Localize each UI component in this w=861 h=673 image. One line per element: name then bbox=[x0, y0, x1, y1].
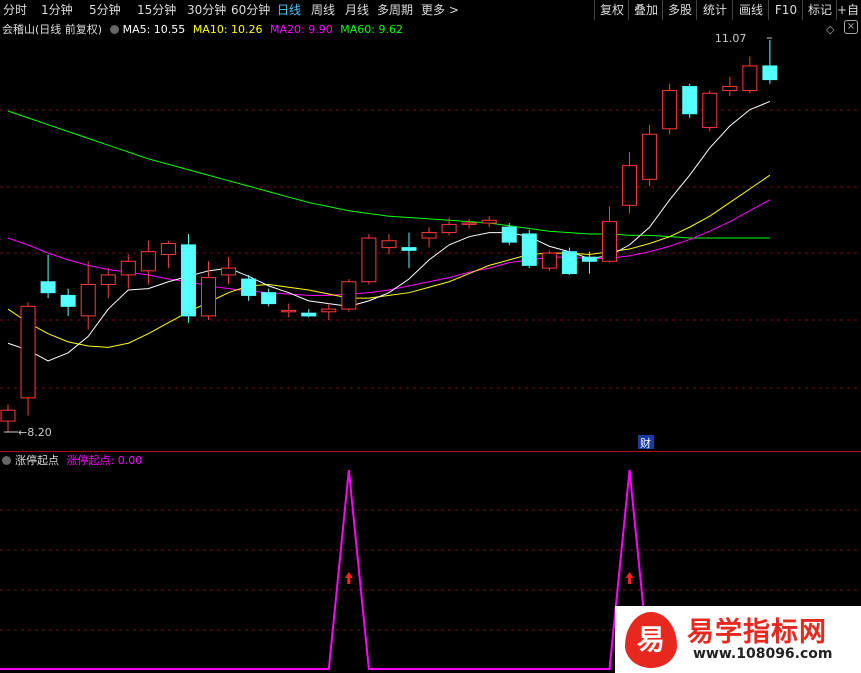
candle bbox=[662, 90, 678, 130]
candle bbox=[481, 219, 497, 224]
candle bbox=[341, 281, 357, 310]
up-arrow-icon bbox=[625, 572, 634, 584]
candle bbox=[321, 308, 337, 313]
up-arrow-icon bbox=[344, 572, 353, 584]
candle bbox=[501, 226, 517, 243]
candle bbox=[160, 243, 176, 255]
watermark-glyph: 易 bbox=[636, 623, 665, 656]
candle bbox=[301, 312, 317, 317]
candle bbox=[201, 277, 216, 317]
candle bbox=[100, 274, 116, 285]
candle bbox=[702, 92, 718, 128]
candle bbox=[602, 221, 617, 262]
candle bbox=[521, 233, 537, 266]
watermark-logo: 易 易学指标网 www.108096.com bbox=[615, 606, 861, 673]
candle bbox=[742, 65, 758, 92]
candle bbox=[361, 237, 377, 283]
candle bbox=[20, 305, 36, 399]
candle bbox=[60, 294, 76, 307]
high-price-label: 11.07 bbox=[715, 32, 747, 45]
candle bbox=[581, 256, 597, 262]
watermark-name: 易学指标网 bbox=[687, 617, 827, 648]
candle bbox=[561, 251, 577, 275]
candle bbox=[682, 85, 698, 115]
candle bbox=[722, 85, 738, 92]
candle bbox=[140, 251, 156, 272]
candle bbox=[401, 247, 417, 251]
candle bbox=[80, 283, 96, 317]
low-price-label: ←8.20 bbox=[18, 426, 52, 439]
candle bbox=[381, 240, 397, 249]
kline-chart[interactable]: 11.07 ←8.20 财 bbox=[0, 0, 861, 673]
candle bbox=[180, 244, 196, 317]
candle bbox=[622, 165, 638, 206]
candle bbox=[0, 409, 16, 422]
candle bbox=[241, 278, 257, 296]
candle bbox=[40, 281, 56, 294]
candle bbox=[421, 232, 437, 239]
candle bbox=[261, 292, 277, 305]
finance-marker: 财 bbox=[640, 436, 651, 450]
candle bbox=[541, 252, 557, 269]
candle bbox=[281, 309, 297, 313]
candle bbox=[221, 267, 237, 276]
candle bbox=[461, 222, 477, 225]
candle bbox=[762, 65, 778, 81]
candle bbox=[642, 133, 658, 180]
candle bbox=[120, 260, 136, 276]
candle bbox=[441, 223, 457, 234]
watermark-url: www.108096.com bbox=[693, 646, 833, 662]
